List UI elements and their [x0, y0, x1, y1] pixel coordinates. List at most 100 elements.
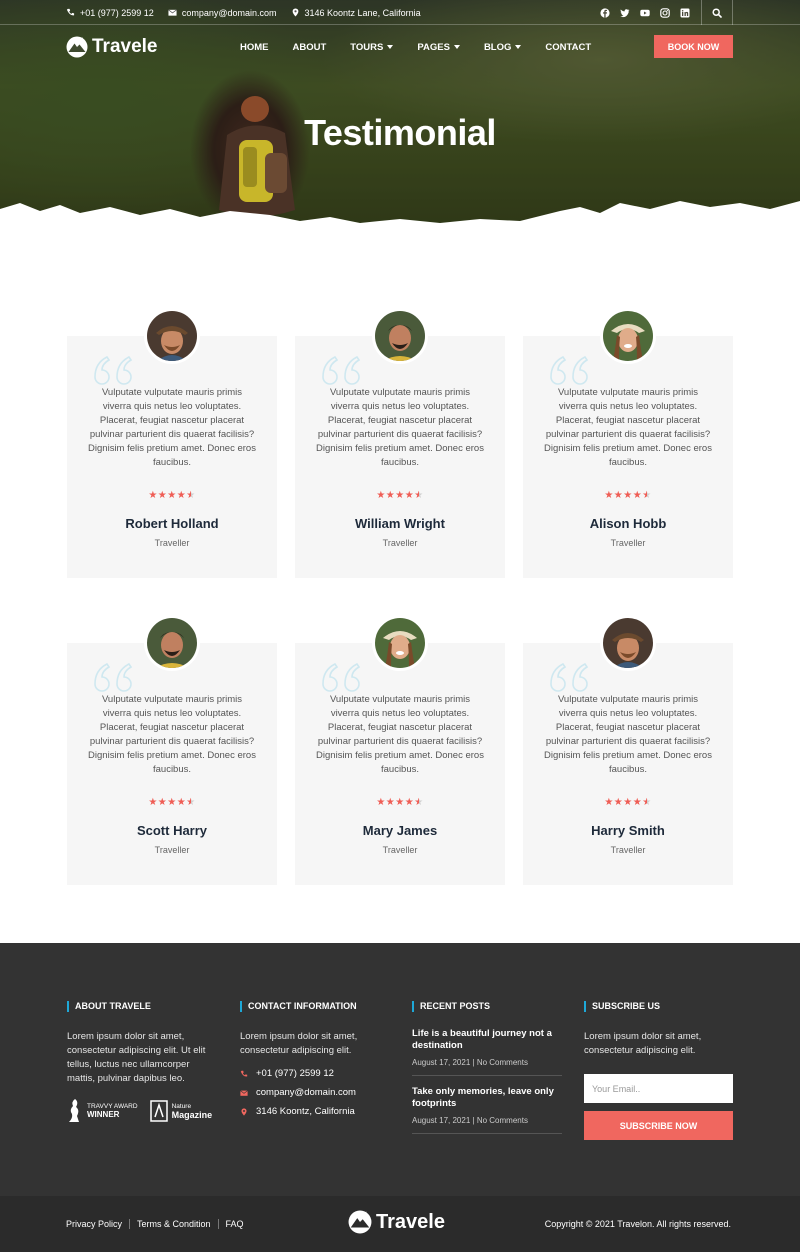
testimonial-role: Traveller [382, 845, 418, 855]
recent-post-meta: August 17, 2021 | No Comments [412, 1058, 562, 1076]
testimonial-name: Alison Hobb [589, 516, 667, 531]
award2-line2: Magazine [171, 1110, 213, 1120]
primary-nav: HOME ABOUT TOURS PAGES BLOG CONTACT [240, 33, 591, 61]
footer-address: 3146 Koontz, California [240, 1106, 390, 1117]
topbar-email[interactable]: company@domain.com [168, 8, 277, 18]
topbar-email-text: company@domain.com [181, 7, 277, 18]
testimonial-text: Vulputate vulputate mauris primis viverr… [88, 694, 256, 775]
testimonial-role: Traveller [610, 845, 646, 855]
recent-post[interactable]: Take only memories, leave only footprint… [412, 1086, 562, 1134]
award-logos: TRAVVY AWARD WINNER Nature Magazine [67, 1098, 217, 1124]
nature-leaf-icon [149, 1100, 168, 1122]
testimonial-name: Mary James [362, 823, 438, 838]
footer-recent-posts: RECENT POSTS Life is a beautiful journey… [412, 1001, 562, 1134]
terms-link[interactable]: Terms & Condition [130, 1219, 219, 1229]
avatar [600, 308, 656, 364]
nav-contact[interactable]: CONTACT [545, 42, 591, 53]
testimonial-card: Vulputate vulputate mauris primis viverr… [67, 308, 277, 578]
main-navbar: Travele HOME ABOUT TOURS PAGES BLOG CONT… [0, 33, 800, 63]
recent-post[interactable]: Life is a beautiful journey not a destin… [412, 1028, 562, 1076]
avatar [144, 615, 200, 671]
topbar-phone[interactable]: +01 (977) 2599 12 [66, 8, 154, 18]
footer-phone[interactable]: +01 (977) 2599 12 [240, 1068, 390, 1079]
avatar [144, 308, 200, 364]
topbar-phone-text: +01 (977) 2599 12 [80, 7, 154, 18]
testimonial-role: Traveller [610, 538, 646, 548]
subscribe-email-input[interactable] [584, 1074, 733, 1103]
quote-icon [94, 355, 133, 385]
travvy-award-logo: TRAVVY AWARD WINNER [67, 1098, 138, 1124]
book-now-button[interactable]: BOOK NOW [654, 35, 733, 58]
footer-about: ABOUT TRAVELE Lorem ipsum dolor sit amet… [67, 1001, 217, 1124]
avatar-image [603, 618, 653, 668]
footer-contact-text: Lorem ipsum dolor sit amet, consectetur … [240, 1031, 358, 1056]
facebook-icon[interactable] [600, 7, 610, 18]
footer-phone-text: +01 (977) 2599 12 [256, 1068, 334, 1079]
map-pin-icon [292, 8, 298, 17]
search-button[interactable] [701, 0, 733, 25]
phone-icon [66, 8, 75, 16]
envelope-icon [168, 9, 177, 16]
star-rating: ★★★★★ [376, 490, 424, 501]
site-logo[interactable]: Travele [66, 36, 158, 58]
nav-about[interactable]: ABOUT [293, 42, 327, 53]
page-title: Testimonial [304, 112, 496, 153]
footer-links: Privacy Policy Terms & Condition FAQ [66, 1196, 251, 1252]
nav-blog[interactable]: BLOG [483, 41, 522, 53]
footer-subscribe: SUBSCRIBE US Lorem ipsum dolor sit amet,… [584, 1001, 734, 1140]
footer-logo[interactable]: Travele [348, 1210, 445, 1234]
faq-link[interactable]: FAQ [219, 1219, 251, 1229]
testimonial-card: Vulputate vulputate mauris primis viverr… [523, 615, 733, 885]
chevron-down-icon [515, 45, 522, 49]
testimonial-name: William Wright [355, 516, 445, 531]
testimonial-text: Vulputate vulputate mauris primis viverr… [544, 387, 712, 468]
testimonial-text: Vulputate vulputate mauris primis viverr… [544, 694, 712, 775]
brush-divider [0, 201, 800, 247]
quote-icon [322, 662, 361, 692]
mountain-logo-icon [66, 36, 88, 58]
avatar-image [147, 618, 197, 668]
testimonial-text: Vulputate vulputate mauris primis viverr… [88, 387, 256, 468]
testimonial-card: Vulputate vulputate mauris primis viverr… [295, 615, 505, 885]
recent-post-title[interactable]: Take only memories, leave only footprint… [412, 1086, 562, 1110]
site-logo-text: Travele [92, 36, 158, 57]
footer-posts-heading: RECENT POSTS [412, 1001, 562, 1012]
testimonial-card: Vulputate vulputate mauris primis viverr… [523, 308, 733, 578]
avatar-image [603, 311, 653, 361]
nav-home[interactable]: HOME [240, 42, 269, 53]
quote-icon [550, 662, 589, 692]
nav-tours-label: TOURS [350, 41, 384, 53]
instagram-icon[interactable] [660, 7, 670, 18]
testimonial-card: Vulputate vulputate mauris primis viverr… [67, 615, 277, 885]
topbar-address: 3146 Koontz Lane, California [291, 8, 421, 18]
recent-post-comments[interactable]: No Comments [477, 1058, 528, 1067]
subscribe-button[interactable]: SUBSCRIBE NOW [584, 1111, 733, 1140]
footer-address-text: 3146 Koontz, California [256, 1106, 355, 1117]
quote-icon [550, 355, 589, 385]
nav-blog-label: BLOG [483, 41, 512, 53]
nav-pages-label: PAGES [417, 41, 450, 53]
footer-contact-heading: CONTACT INFORMATION [240, 1001, 390, 1012]
testimonial-name: Harry Smith [591, 823, 665, 838]
footer-about-text: Lorem ipsum dolor sit amet, consectetur … [67, 1031, 206, 1084]
youtube-icon[interactable] [640, 8, 650, 18]
recent-post-comments[interactable]: No Comments [477, 1116, 528, 1125]
linkedin-icon[interactable] [680, 8, 690, 18]
nav-pages[interactable]: PAGES [417, 42, 460, 53]
testimonial-name: Robert Holland [125, 516, 219, 531]
avatar-image [375, 618, 425, 668]
chevron-down-icon [387, 45, 394, 49]
nav-tours[interactable]: TOURS [350, 41, 394, 53]
twitter-icon[interactable] [620, 8, 630, 18]
recent-post-title[interactable]: Life is a beautiful journey not a destin… [412, 1028, 562, 1052]
phone-icon [240, 1070, 248, 1076]
privacy-policy-link[interactable]: Privacy Policy [66, 1219, 131, 1229]
quote-icon [322, 355, 361, 385]
topbar-address-text: 3146 Koontz Lane, California [304, 7, 421, 18]
footer-email[interactable]: company@domain.com [240, 1087, 390, 1098]
star-rating: ★★★★★ [148, 797, 196, 808]
site-footer: ABOUT TRAVELE Lorem ipsum dolor sit amet… [0, 943, 800, 1196]
copyright-text: Copyright © 2021 Travelon. All rights re… [544, 1219, 731, 1229]
star-rating: ★★★★★ [376, 797, 424, 808]
avatar [372, 308, 428, 364]
